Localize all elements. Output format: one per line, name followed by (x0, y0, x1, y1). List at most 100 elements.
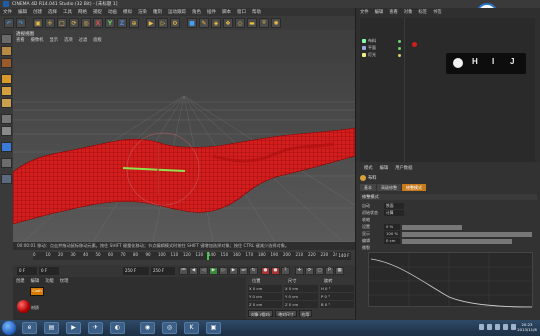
rotate-icon[interactable]: ⟳ (69, 18, 79, 28)
shrink-field[interactable]: 0 % (384, 224, 400, 230)
move-icon[interactable]: ✛ (45, 18, 55, 28)
object-row[interactable]: 布料 (362, 38, 376, 44)
obj-menu-view[interactable]: 查看 (389, 9, 398, 15)
vp-menu-panel[interactable]: 面板 (93, 37, 102, 43)
size-mode-select[interactable]: 绝对尺寸 (275, 310, 297, 317)
min-frame-field[interactable]: 0 F (39, 267, 59, 275)
live-select-icon[interactable]: ▣ (33, 18, 43, 28)
obj-menu-file[interactable]: 文件 (360, 9, 369, 15)
loop-icon[interactable]: ↻ (249, 267, 258, 275)
key-rotation-icon[interactable]: ⟳ (305, 267, 314, 275)
vp-menu-camera[interactable]: 摄像机 (31, 37, 44, 43)
qq-icon[interactable]: ✈ (88, 322, 103, 334)
last-tool-icon[interactable]: ◎ (81, 18, 91, 28)
start-button[interactable] (2, 321, 16, 335)
redo-icon[interactable]: ↷ (16, 18, 26, 28)
goto-end-icon[interactable]: ⏭ (239, 267, 248, 275)
points-mode-icon[interactable] (1, 74, 12, 84)
object-name[interactable]: 灯光 (368, 52, 376, 58)
cloth-tag-thumbnail[interactable]: Cloth (30, 287, 44, 296)
material-tag-icon[interactable] (412, 42, 417, 47)
rot-p-field[interactable]: P 0 ° (320, 293, 354, 300)
pos-z-field[interactable]: Z 0 cm (248, 301, 282, 308)
mat-menu-create[interactable]: 创建 (16, 278, 25, 284)
graph-curve[interactable] (370, 258, 533, 308)
menu-mesh[interactable]: 网格 (78, 9, 87, 15)
menu-script[interactable]: 脚本 (222, 9, 231, 15)
edit-field[interactable]: 0 cm (384, 238, 400, 244)
size-x-field[interactable]: X 0 cm (284, 285, 318, 292)
menu-create[interactable]: 创建 (33, 9, 42, 15)
falloff-graph[interactable] (368, 252, 534, 308)
clock[interactable]: 20:23 2013/11/6 (516, 322, 538, 332)
mode-field[interactable]: 铁面 (384, 203, 404, 209)
timeline[interactable]: 0 10 20 30 40 50 60 70 80 90 100 110 120 130 140 150 160… (13, 250, 355, 265)
menu-sculpt[interactable]: 雕刻 (153, 9, 162, 15)
light-icon[interactable]: ✺ (271, 18, 281, 28)
mat-menu-texture[interactable]: 纹理 (60, 278, 69, 284)
menu-edit[interactable]: 编辑 (18, 9, 27, 15)
play-icon[interactable]: ▶ (209, 267, 218, 275)
snap-icon[interactable] (1, 142, 12, 152)
media-icon[interactable]: ▶ (66, 322, 81, 334)
edit-slider[interactable] (402, 239, 512, 244)
mat-menu-edit[interactable]: 编辑 (31, 278, 40, 284)
floor-icon[interactable]: ▬ (247, 18, 257, 28)
tab-basic[interactable]: 基本 (360, 184, 376, 191)
display-field[interactable]: 100 % (384, 231, 400, 237)
current-frame-field[interactable]: 140 F (337, 252, 351, 260)
render-picture-viewer-icon[interactable]: ▷ (158, 18, 168, 28)
menu-tools[interactable]: 工具 (63, 9, 72, 15)
coord-mode-select[interactable]: 对象 (相对) (248, 310, 274, 317)
pen-icon[interactable]: ✎ (199, 18, 209, 28)
pos-x-field[interactable]: X 0 cm (248, 285, 282, 292)
camera-icon[interactable]: ⌾ (259, 18, 269, 28)
object-list[interactable]: 布料 平面 灯光 (360, 18, 535, 168)
size-z-field[interactable]: Z 0 cm (284, 301, 318, 308)
obj-menu-edit[interactable]: 编辑 (375, 9, 384, 15)
photoshop-icon[interactable]: K (184, 322, 199, 334)
autokey-icon[interactable]: ● (271, 267, 280, 275)
menu-character[interactable]: 角色 (192, 9, 201, 15)
key-param-icon[interactable]: P (325, 267, 334, 275)
edges-mode-icon[interactable] (1, 86, 12, 96)
vp-menu-options[interactable]: 选项 (64, 37, 73, 43)
axis-mode-icon[interactable] (1, 114, 12, 124)
key-grid-icon[interactable]: ▦ (335, 267, 344, 275)
vp-menu-filter[interactable]: 过滤 (79, 37, 88, 43)
apply-button[interactable]: 应用 (298, 310, 313, 317)
video-icon[interactable]: ▣ (206, 322, 221, 334)
next-frame-icon[interactable]: ▷ (219, 267, 228, 275)
vp-menu-view[interactable]: 查看 (16, 37, 25, 43)
obj-menu-bookmarks[interactable]: 书签 (433, 9, 442, 15)
layer-icon[interactable] (1, 174, 12, 184)
menu-plugins[interactable]: 插件 (207, 9, 216, 15)
object-row[interactable]: 灯光 (362, 52, 376, 58)
z-axis-lock[interactable]: Z (117, 18, 127, 28)
attr-menu-edit[interactable]: 编辑 (380, 165, 389, 171)
deformer-icon[interactable]: ◇ (235, 18, 245, 28)
next-key-icon[interactable]: ▶ (229, 267, 238, 275)
explorer-icon[interactable]: ▤ (44, 322, 59, 334)
rot-b-field[interactable]: B 0 ° (320, 301, 354, 308)
browser-icon[interactable]: ◐ (110, 322, 125, 334)
calc-button[interactable]: 计算 (384, 210, 404, 216)
key-scale-icon[interactable]: ▢ (315, 267, 324, 275)
ie-icon[interactable]: e (22, 322, 37, 334)
end-frame-field[interactable]: 250 F (151, 267, 175, 275)
goto-start-icon[interactable]: ⏮ (179, 267, 188, 275)
undo-icon[interactable]: ↶ (4, 18, 14, 28)
y-axis-lock[interactable]: Y (105, 18, 115, 28)
menu-animate[interactable]: 动画 (108, 9, 117, 15)
scale-icon[interactable]: ▢ (57, 18, 67, 28)
vp-menu-display[interactable]: 显示 (49, 37, 58, 43)
attr-menu-userdata[interactable]: 用户数据 (395, 165, 412, 171)
coordinate-system-icon[interactable]: ⊕ (129, 18, 139, 28)
prev-key-icon[interactable]: ◀ (189, 267, 198, 275)
tab-dresser[interactable]: 修整模式 (402, 184, 426, 191)
pos-y-field[interactable]: Y 0 cm (248, 293, 282, 300)
tab-advanced[interactable]: 高级修整 (377, 184, 401, 191)
key-position-icon[interactable]: ✛ (295, 267, 304, 275)
cube-icon[interactable]: ■ (187, 18, 197, 28)
menu-snap[interactable]: 捕捉 (93, 9, 102, 15)
